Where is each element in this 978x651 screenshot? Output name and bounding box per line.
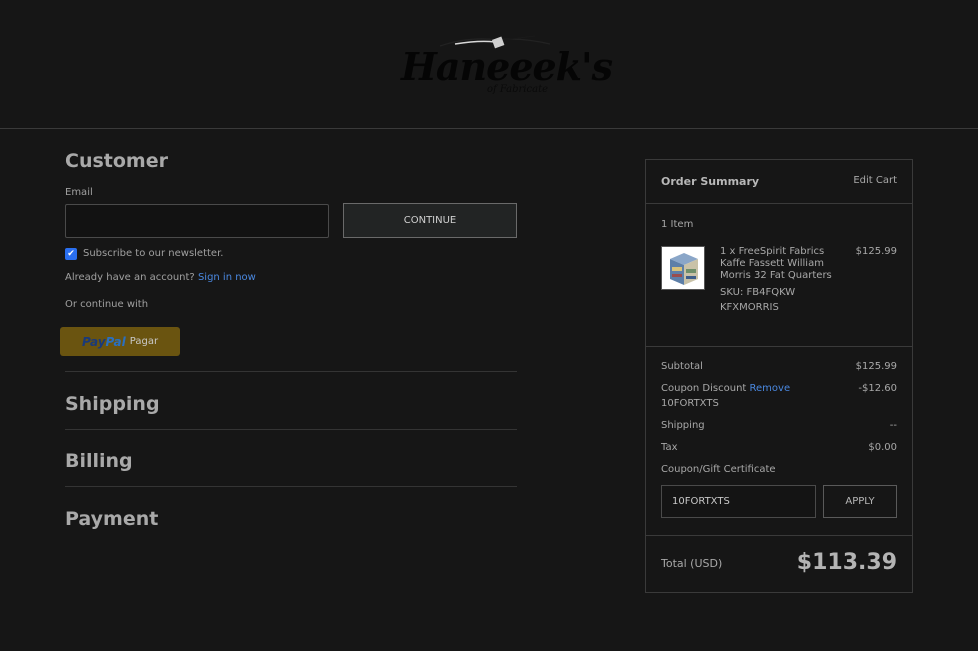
coupon-gift-certificate-link[interactable]: Coupon/Gift Certificate bbox=[661, 464, 776, 475]
subtotal-value: $125.99 bbox=[855, 361, 897, 372]
account-prompt: Already have an account? Sign in now bbox=[65, 272, 256, 283]
tax-value: $0.00 bbox=[868, 442, 897, 453]
shipping-heading[interactable]: Shipping bbox=[65, 393, 160, 415]
item-name-line1: 1 x FreeSpirit Fabrics bbox=[720, 246, 825, 257]
order-summary-panel: Order Summary Edit Cart 1 Item 1 x FreeS… bbox=[645, 159, 913, 593]
customer-heading: Customer bbox=[65, 150, 168, 172]
apply-coupon-button[interactable]: APPLY bbox=[823, 485, 897, 518]
coupon-discount-row: Coupon Discount Remove bbox=[661, 383, 790, 394]
billing-heading[interactable]: Billing bbox=[65, 450, 133, 472]
item-sku-line2: KFXMORRIS bbox=[720, 302, 779, 313]
fabric-stack-image bbox=[662, 247, 704, 289]
continue-button[interactable]: CONTINUE bbox=[343, 203, 517, 238]
payment-heading[interactable]: Payment bbox=[65, 508, 158, 530]
or-continue-label: Or continue with bbox=[65, 299, 149, 310]
email-input[interactable] bbox=[65, 204, 329, 238]
store-logo[interactable]: Haneeek's of Fabricate bbox=[395, 28, 613, 103]
paypal-logo-pal: Pal bbox=[105, 334, 126, 349]
section-divider bbox=[65, 429, 517, 430]
item-price: $125.99 bbox=[855, 246, 897, 257]
section-divider bbox=[65, 371, 517, 372]
edit-cart-link[interactable]: Edit Cart bbox=[853, 175, 897, 186]
total-label: Total (USD) bbox=[661, 557, 723, 570]
item-count: 1 Item bbox=[661, 219, 694, 230]
paypal-pagar-label: Pagar bbox=[129, 336, 159, 347]
subtotal-label: Subtotal bbox=[661, 361, 703, 372]
site-header: Haneeek's of Fabricate bbox=[0, 0, 978, 129]
tax-label: Tax bbox=[661, 442, 678, 453]
summary-divider bbox=[646, 346, 912, 347]
paypal-button[interactable]: PayPal Pagar bbox=[60, 327, 180, 356]
logo-wordmark: Haneeek's bbox=[401, 44, 613, 89]
subscribe-label: Subscribe to our newsletter. bbox=[83, 248, 224, 259]
summary-divider bbox=[646, 535, 912, 536]
item-name-line3: Morris 32 Fat Quarters bbox=[720, 270, 832, 281]
subscribe-checkbox[interactable]: ✔ bbox=[65, 248, 77, 260]
sign-in-link[interactable]: Sign in now bbox=[198, 272, 256, 283]
account-prompt-text: Already have an account? bbox=[65, 272, 195, 283]
shipping-value: -- bbox=[889, 420, 897, 431]
coupon-discount-value: -$12.60 bbox=[858, 383, 897, 394]
order-summary-title: Order Summary bbox=[661, 175, 760, 188]
shipping-label: Shipping bbox=[661, 420, 705, 431]
coupon-remove-link[interactable]: Remove bbox=[750, 383, 791, 394]
logo-subtitle: of Fabricate bbox=[487, 84, 549, 95]
total-value: $113.39 bbox=[796, 550, 897, 575]
paypal-logo: PayPal bbox=[82, 335, 126, 349]
coupon-discount-label: Coupon Discount bbox=[661, 383, 747, 394]
product-thumbnail bbox=[661, 246, 705, 290]
section-divider bbox=[65, 486, 517, 487]
summary-divider bbox=[646, 203, 912, 204]
item-sku-line1: SKU: FB4FQKW bbox=[720, 287, 796, 298]
coupon-code-applied: 10FORTXTS bbox=[661, 398, 719, 409]
item-name-line2: Kaffe Fassett William bbox=[720, 258, 824, 269]
email-label: Email bbox=[65, 187, 93, 198]
coupon-code-input[interactable]: 10FORTXTS bbox=[661, 485, 816, 518]
paypal-logo-pay: Pay bbox=[81, 334, 106, 349]
